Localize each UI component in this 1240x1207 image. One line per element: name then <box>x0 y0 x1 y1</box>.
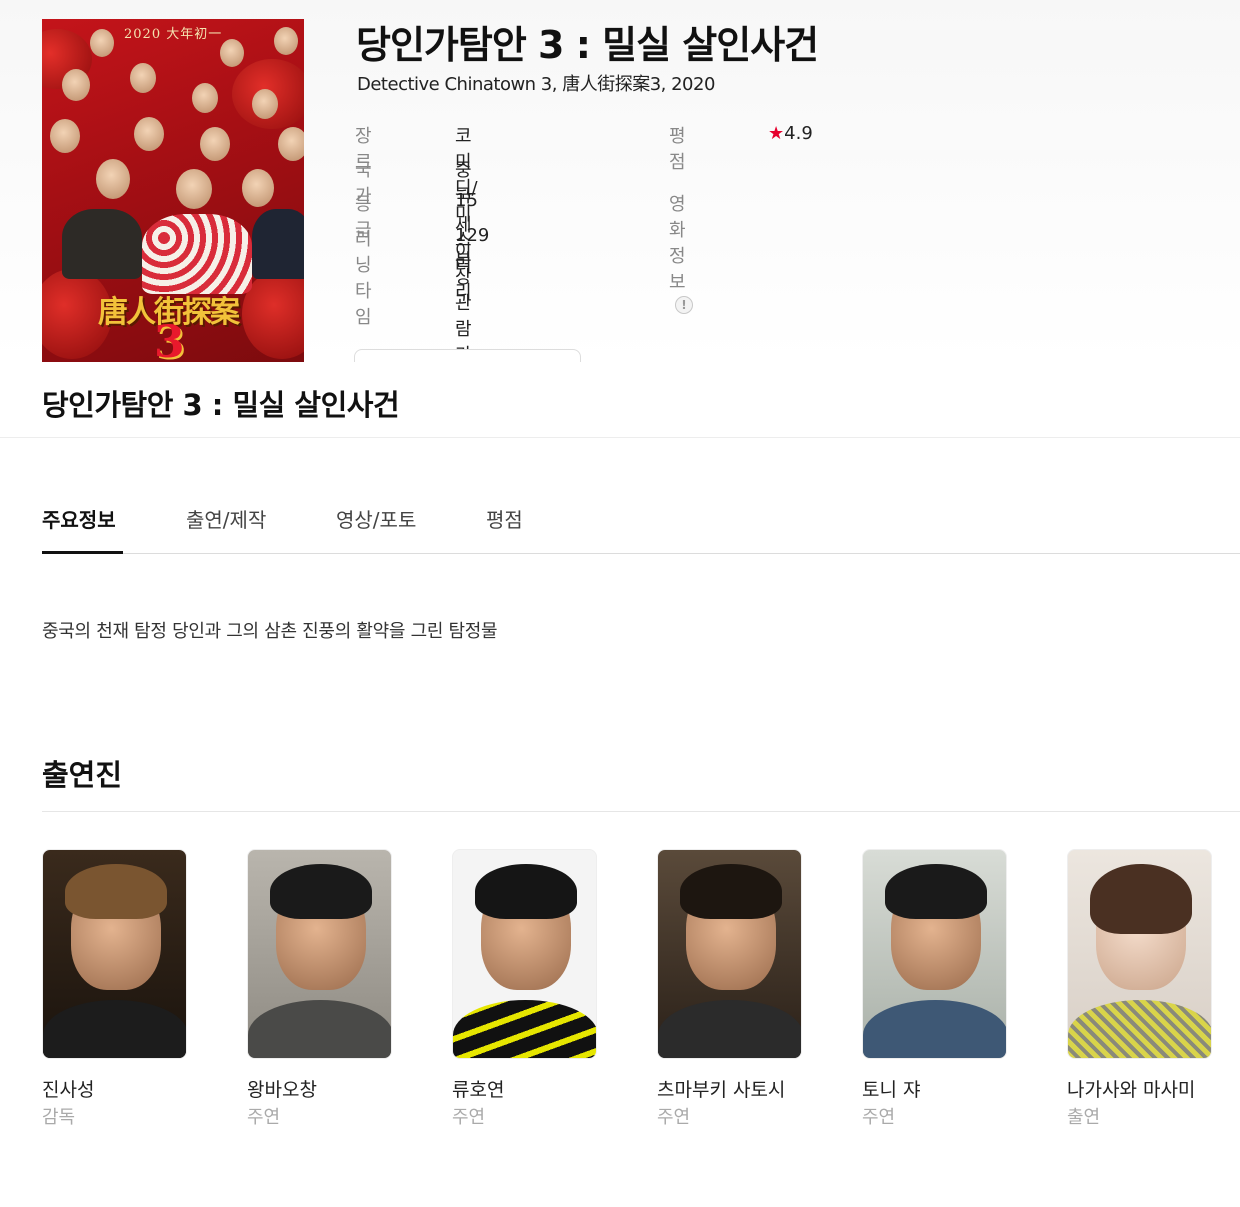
photo-hair <box>1090 864 1192 934</box>
tab-main-info[interactable]: 주요정보 <box>42 504 116 533</box>
cast-card[interactable]: 나가사와 마사미 출연 <box>1067 849 1212 1128</box>
score-value: 4.9 <box>784 123 813 144</box>
info-alert-icon[interactable]: ! <box>675 296 693 314</box>
cast-photo[interactable] <box>247 849 392 1059</box>
score-value-wrap: ★4.9 <box>768 123 813 144</box>
poster-face <box>90 29 114 57</box>
photo-hair <box>680 864 782 919</box>
poster-shirt <box>252 209 304 279</box>
cast-name[interactable]: 왕바오창 <box>247 1075 317 1102</box>
poster-face <box>278 127 304 161</box>
active-tab-indicator <box>42 551 123 554</box>
score-label: 평점 <box>669 126 686 173</box>
cast-name[interactable]: 츠마부키 사토시 <box>657 1075 785 1102</box>
poster-face <box>130 63 156 93</box>
cast-photo[interactable] <box>452 849 597 1059</box>
photo-body <box>658 1000 801 1058</box>
poster-shirt <box>142 214 252 294</box>
cast-role: 주연 <box>657 1107 691 1128</box>
cast-name[interactable]: 토니 쟈 <box>862 1075 920 1102</box>
cast-role: 출연 <box>1067 1107 1101 1128</box>
tab-cast-crew[interactable]: 출연/제작 <box>186 504 266 533</box>
poster-face <box>252 89 278 119</box>
cast-role: 주연 <box>862 1107 896 1128</box>
cast-section-title: 출연진 <box>42 758 123 792</box>
photo-hair <box>270 864 372 919</box>
photo-body <box>453 1000 596 1058</box>
movie-title: 당인가탐안 3 : 밀실 살인사건 <box>356 23 819 67</box>
cast-card[interactable]: 왕바오창 주연 <box>247 849 392 1128</box>
tab-bar: 주요정보 출연/제작 영상/포토 평점 <box>0 438 1240 554</box>
poster-face <box>274 27 298 55</box>
cast-role: 감독 <box>42 1107 76 1128</box>
movie-info-link[interactable]: 영화정보! <box>669 190 693 315</box>
poster-shirt <box>62 209 142 279</box>
cast-section-divider <box>42 811 1240 812</box>
movie-info-label: 영화정보 <box>669 194 686 293</box>
cast-photo[interactable] <box>862 849 1007 1059</box>
cast-photo[interactable] <box>657 849 802 1059</box>
cast-card[interactable]: 류호연 주연 <box>452 849 597 1128</box>
cast-photo[interactable] <box>42 849 187 1059</box>
cast-card[interactable]: 츠마부키 사토시 주연 <box>657 849 802 1128</box>
poster-face <box>220 39 244 67</box>
tab-divider <box>42 553 1240 554</box>
cast-photo[interactable] <box>1067 849 1212 1059</box>
runtime-label: 러닝타임 <box>355 229 372 328</box>
poster-year: 2020 大年初一 <box>124 27 223 42</box>
cast-role: 주연 <box>247 1107 281 1128</box>
poster-face <box>192 83 218 113</box>
poster-face <box>50 119 80 153</box>
cast-card[interactable]: 진사성 감독 <box>42 849 187 1128</box>
photo-body <box>43 1000 186 1058</box>
action-button[interactable] <box>354 349 581 362</box>
poster-face <box>62 69 90 101</box>
cast-name[interactable]: 류호연 <box>452 1075 504 1102</box>
rating-value: 15세이상관람가 <box>455 190 478 362</box>
movie-subtitle: Detective Chinatown 3, 唐人街探案3, 2020 <box>357 74 715 95</box>
movie-poster[interactable]: 2020 大年初一 唐人街探案 3 <box>42 19 304 362</box>
photo-hair <box>475 864 577 919</box>
synopsis: 중국의 천재 탐정 당인과 그의 삼촌 진풍의 활약을 그린 탐정물 <box>42 621 498 642</box>
poster-face <box>176 169 212 209</box>
poster-face <box>242 169 274 207</box>
movie-hero: 2020 大年初一 唐人街探案 3 당인가탐안 3 : 밀실 살인사건 Dete… <box>0 0 1240 362</box>
tab-video-photo[interactable]: 영상/포토 <box>336 504 416 533</box>
sticky-title: 당인가탐안 3 : 밀실 살인사건 <box>42 388 400 422</box>
tab-reviews[interactable]: 평점 <box>486 504 523 533</box>
cast-name[interactable]: 나가사와 마사미 <box>1067 1075 1195 1102</box>
poster-face <box>96 159 130 199</box>
poster-face <box>134 117 164 151</box>
cast-name[interactable]: 진사성 <box>42 1075 94 1102</box>
cast-role: 주연 <box>452 1107 486 1128</box>
photo-body <box>1068 1000 1211 1058</box>
photo-body <box>863 1000 1006 1058</box>
cast-card[interactable]: 토니 쟈 주연 <box>862 849 1007 1128</box>
poster-face <box>200 127 230 161</box>
runtime-value: 129분 <box>455 225 490 271</box>
poster-number: 3 <box>154 317 185 362</box>
photo-hair <box>885 864 987 919</box>
star-icon: ★ <box>768 123 785 144</box>
photo-body <box>248 1000 391 1058</box>
photo-hair <box>65 864 167 919</box>
sticky-header: 당인가탐안 3 : 밀실 살인사건 <box>0 362 1240 438</box>
